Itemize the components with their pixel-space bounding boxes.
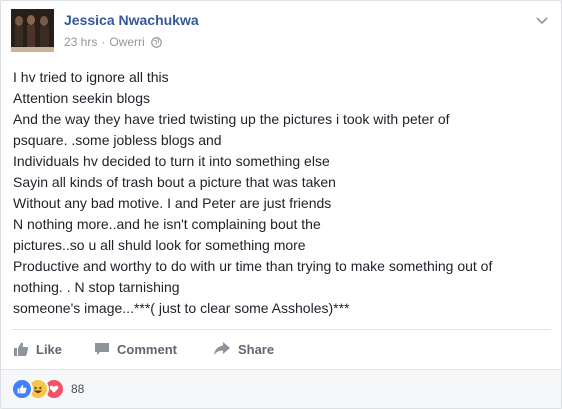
share-button[interactable]: Share [213,341,274,357]
post-meta: 23 hrs · Owerri [64,35,162,49]
comment-icon [94,341,110,357]
thumbs-up-icon [13,341,29,357]
post-body-line: N nothing more..and he isn't complaining… [13,216,321,232]
like-label: Like [36,341,63,357]
avatar[interactable] [11,9,54,52]
post-timestamp[interactable]: 23 hrs [64,35,97,49]
post-location[interactable]: Owerri [109,35,144,49]
reactions-summary[interactable]: 88 [11,378,84,400]
post-body-line: nothing. . N stop tarnishing [13,279,180,295]
meta-separator: · [101,35,106,49]
comment-button[interactable]: Comment [94,341,177,357]
like-reaction-icon [11,378,33,400]
post-body: I hv tried to ignore all this Attention … [13,67,553,319]
post-card: Jessica Nwachukwa 23 hrs · Owerri I hv t… [0,0,562,409]
post-body-line: Individuals hv decided to turn it into s… [13,153,330,169]
share-icon [213,341,231,357]
post-body-line: psquare. .some jobless blogs and [13,132,222,148]
author-name[interactable]: Jessica Nwachukwa [64,12,199,28]
comment-label: Comment [117,341,177,357]
post-footer: 88 [1,369,561,408]
action-bar: Like Comment Share [11,335,551,363]
post-body-line: I hv tried to ignore all this [13,69,169,85]
post-body-line: And the way they have tried twisting up … [13,111,450,127]
post-body-line: Sayin all kinds of trash bout a picture … [13,174,336,190]
post-body-line: pictures..so u all shuld look for someth… [13,237,306,253]
chevron-down-icon[interactable] [535,13,549,27]
action-divider [11,329,551,330]
post-body-line: someone's image...***( just to clear som… [13,300,350,316]
share-label: Share [237,341,275,357]
post-header: Jessica Nwachukwa 23 hrs · Owerri [11,9,551,57]
post-body-line: Productive and worthy to do with ur time… [13,258,493,274]
like-button[interactable]: Like [13,341,62,357]
post-body-line: Without any bad motive. I and Peter are … [13,195,332,211]
post-body-line: Attention seekin blogs [13,90,150,106]
globe-icon[interactable] [150,36,162,48]
reaction-count[interactable]: 88 [71,382,84,396]
